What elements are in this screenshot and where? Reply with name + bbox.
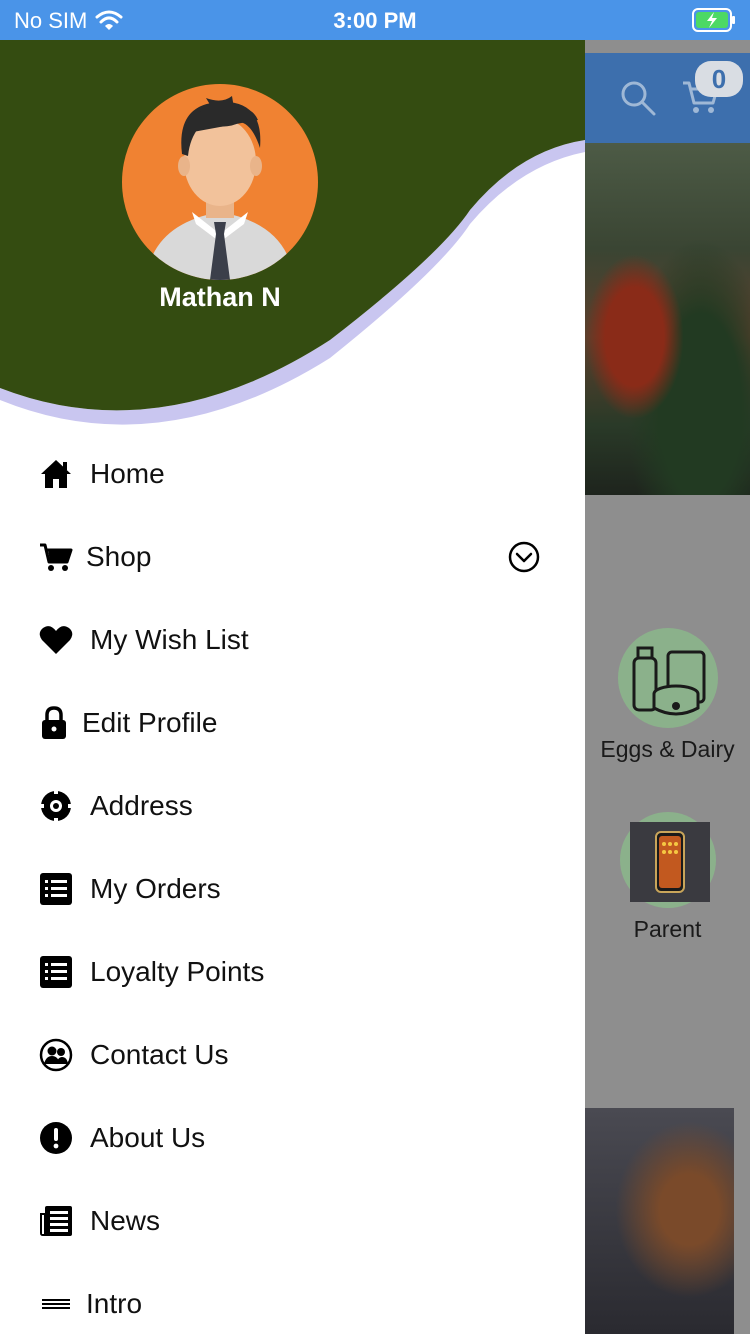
menu-item-label: Address [90, 789, 193, 821]
info-icon [38, 1120, 74, 1156]
menu-item-label: Edit Profile [82, 706, 218, 738]
heart-icon [38, 622, 74, 658]
menu-item-label: Home [90, 457, 165, 489]
menu-item-label: My Orders [90, 872, 221, 904]
status-bar: No SIM 3:00 PM [0, 0, 750, 40]
drawer-menu: Home Shop My Wish List Edit Profile Addr… [0, 432, 585, 1334]
phone-thumbnail [619, 812, 716, 908]
menu-item-label: Shop [86, 540, 152, 572]
app-header: 0 [585, 53, 750, 143]
news-icon [38, 1203, 74, 1239]
menu-lines-icon [38, 1286, 74, 1322]
menu-item-label: About Us [90, 1121, 206, 1153]
list-icon [38, 954, 74, 990]
cart-count-badge: 0 [695, 61, 743, 97]
menu-item-label: News [90, 1204, 161, 1236]
avatar[interactable] [122, 84, 318, 280]
search-icon[interactable] [619, 79, 657, 117]
category-eggs-dairy[interactable]: Eggs & Dairy [585, 628, 750, 763]
home-icon [38, 456, 74, 492]
status-time: 3:00 PM [333, 8, 417, 33]
menu-item-about-us[interactable]: About Us [0, 1096, 585, 1179]
category-label: Eggs & Dairy [600, 736, 735, 762]
eggs-dairy-icon [617, 628, 718, 728]
menu-item-home[interactable]: Home [0, 432, 585, 515]
banner-image[interactable] [585, 143, 750, 495]
menu-item-address[interactable]: Address [0, 764, 585, 847]
lock-icon [36, 705, 72, 741]
cart-icon [38, 539, 74, 575]
chevron-down-icon[interactable] [508, 541, 540, 573]
menu-item-news[interactable]: News [0, 1179, 585, 1262]
navigation-drawer: Mathan N Home Shop My Wish List Edit Pro… [0, 40, 585, 1334]
menu-item-shop[interactable]: Shop [0, 515, 585, 598]
menu-item-label: My Wish List [90, 623, 249, 655]
promo-image[interactable] [585, 1108, 734, 1334]
menu-item-wish-list[interactable]: My Wish List [0, 598, 585, 681]
menu-item-intro[interactable]: Intro [0, 1262, 585, 1334]
menu-item-label: Loyalty Points [90, 955, 265, 987]
menu-item-my-orders[interactable]: My Orders [0, 847, 585, 930]
category-label: Parent [633, 916, 702, 942]
battery-charging-icon [692, 8, 735, 32]
menu-item-label: Contact Us [90, 1038, 229, 1070]
menu-item-label: Intro [86, 1287, 143, 1319]
user-name: Mathan N [159, 282, 281, 312]
background-app-screen: 0 Eggs & Dairy Parent [585, 40, 750, 1334]
list-icon [38, 871, 74, 907]
contacts-icon [38, 1037, 74, 1073]
menu-item-contact-us[interactable]: Contact Us [0, 1013, 585, 1096]
menu-item-edit-profile[interactable]: Edit Profile [0, 681, 585, 764]
menu-item-loyalty-points[interactable]: Loyalty Points [0, 930, 585, 1013]
locate-icon [38, 788, 74, 824]
category-parent[interactable]: Parent [585, 812, 750, 943]
